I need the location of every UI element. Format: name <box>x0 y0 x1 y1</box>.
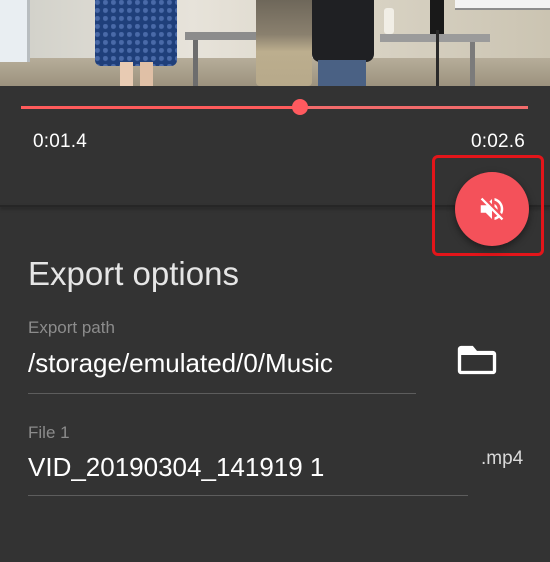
video-frame-tripod <box>436 30 439 86</box>
file-extension: .mp4 <box>481 448 524 469</box>
seek-bar[interactable] <box>21 106 528 109</box>
seek-thumb[interactable] <box>291 99 308 115</box>
export-options-title: Export options <box>28 255 239 292</box>
export-path-label: Export path <box>28 318 115 337</box>
export-screen: 0:01.4 0:02.6 Export options Export path… <box>0 0 550 562</box>
video-frame-desk-leg <box>193 40 198 86</box>
volume-off-icon <box>480 197 504 221</box>
export-path-field[interactable]: /storage/emulated/0/Music <box>28 348 333 379</box>
video-frame-person-2 <box>256 0 312 86</box>
folder-icon <box>457 345 497 375</box>
browse-folder-button[interactable] <box>454 340 500 380</box>
file-name-field[interactable]: VID_20190304_141919 1 <box>28 452 324 483</box>
video-frame-leg <box>140 62 153 86</box>
end-time: 0:02.6 <box>470 131 525 152</box>
video-frame-camera <box>430 0 444 34</box>
video-frame-screen <box>455 0 550 10</box>
start-time: 0:01.4 <box>33 131 88 152</box>
video-frame-desk <box>380 34 490 42</box>
file-name-label: File 1 <box>28 423 70 442</box>
video-frame-bottle <box>384 8 394 34</box>
video-frame-jeans <box>318 60 366 86</box>
video-frame-door <box>0 0 30 62</box>
video-frame-desk <box>185 32 265 40</box>
video-preview[interactable] <box>0 0 550 86</box>
export-path-underline <box>28 393 416 394</box>
video-frame-person-1 <box>95 0 177 66</box>
video-frame-leg <box>120 62 133 86</box>
file-name-underline <box>28 495 468 496</box>
seek-bar-progress <box>21 106 300 109</box>
video-frame-desk-leg <box>470 42 475 86</box>
video-frame-person-3 <box>312 0 374 62</box>
mute-button[interactable] <box>455 172 529 246</box>
